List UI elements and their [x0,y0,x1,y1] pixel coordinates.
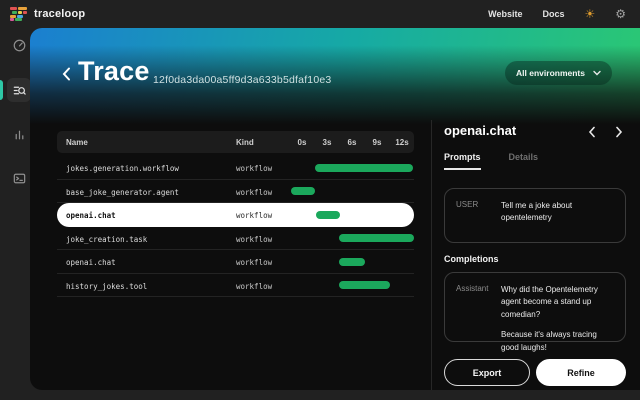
column-kind: Kind [236,138,254,147]
span-name: base_joke_generator.agent [66,188,179,197]
chevron-right-icon [615,126,623,138]
table-row[interactable]: joke_creation.task workflow [57,227,414,251]
span-name: history_jokes.tool [66,282,147,291]
table-row[interactable]: history_jokes.tool workflow [57,274,414,298]
bar-chart-icon [12,127,27,142]
sidebar [0,28,30,400]
page-title: Trace [78,56,150,87]
tick-6s: 6s [348,138,357,147]
chevron-down-icon [593,70,601,76]
sidebar-item-dashboard[interactable] [7,33,31,57]
span-kind: workflow [236,164,272,173]
tick-9s: 9s [373,138,382,147]
traceloop-logo-icon [10,7,27,21]
span-kind: workflow [236,282,272,291]
next-span-button[interactable] [612,125,626,139]
brand[interactable]: traceloop [10,7,85,21]
chevron-left-icon [62,67,71,81]
gauge-icon [12,38,27,53]
span-name: jokes.generation.workflow [66,164,179,173]
role-label: Assistant [456,284,501,331]
span-kind: workflow [236,188,272,197]
chevron-left-icon [588,126,596,138]
back-button[interactable] [58,66,74,82]
trace-id: 12f0da3da00a5ff9d3a633b5dfaf10e3 [153,74,331,86]
duration-bar [315,164,413,172]
settings-gear-icon[interactable]: ⚙ [615,8,626,20]
prompt-text: Tell me a joke about opentelemetry [501,200,615,232]
span-name: openai.chat [66,211,116,220]
tick-3s: 3s [323,138,332,147]
duration-bar [339,281,390,289]
completion-line: Because it's always tracing good laughs! [501,329,615,354]
panel-divider [431,120,432,390]
span-name: openai.chat [66,258,116,267]
table-row[interactable]: jokes.generation.workflow workflow [57,156,414,180]
duration-bar [316,211,340,219]
duration-bar [291,187,315,195]
span-table-header: Name Kind 0s 3s 6s 9s 12s [57,131,414,153]
span-kind: workflow [236,235,272,244]
span-kind: workflow [236,258,272,267]
prompt-message-box: USER Tell me a joke about opentelemetry [444,188,626,243]
table-row-selected[interactable]: openai.chat workflow [57,203,414,227]
sidebar-active-indicator [0,80,3,100]
table-row[interactable]: openai.chat workflow [57,250,414,274]
detail-span-title: openai.chat [444,123,516,138]
duration-bar [339,234,414,242]
export-button[interactable]: Export [444,359,530,386]
role-label: USER [456,200,501,232]
docs-link[interactable]: Docs [542,9,564,19]
theme-sun-icon[interactable]: ☀ [584,8,595,20]
prev-span-button[interactable] [585,125,599,139]
refine-button[interactable]: Refine [536,359,626,386]
detail-actions: Export Refine [444,359,626,386]
environment-dropdown-label: All environments [516,68,585,78]
main-panel: Trace 12f0da3da00a5ff9d3a633b5dfaf10e3 A… [30,28,640,390]
sidebar-item-traces[interactable] [7,78,31,102]
duration-bar [339,258,365,266]
brand-name: traceloop [34,8,85,20]
column-name: Name [66,138,88,147]
website-link[interactable]: Website [488,9,522,19]
tick-0s: 0s [298,138,307,147]
span-table: jokes.generation.workflow workflow base_… [57,156,414,297]
tick-12s: 12s [395,138,408,147]
console-icon [12,171,27,186]
top-bar: traceloop Website Docs ☀ ⚙ [0,0,640,28]
completion-message-box: Assistant Why did the Opentelemetry agen… [444,272,626,342]
trace-search-icon [12,83,27,98]
span-name: joke_creation.task [66,235,147,244]
detail-tabs: Prompts Details [444,152,538,170]
sidebar-item-analytics[interactable] [7,122,31,146]
completions-heading: Completions [444,254,499,264]
sidebar-item-console[interactable] [7,166,31,190]
environment-dropdown[interactable]: All environments [505,61,612,85]
tab-prompts[interactable]: Prompts [444,152,481,170]
table-row[interactable]: base_joke_generator.agent workflow [57,180,414,204]
completion-text: Why did the Opentelemetry agent become a… [501,284,615,331]
span-kind: workflow [236,211,272,220]
tab-details[interactable]: Details [509,152,539,170]
completion-line: Why did the Opentelemetry agent become a… [501,284,615,321]
